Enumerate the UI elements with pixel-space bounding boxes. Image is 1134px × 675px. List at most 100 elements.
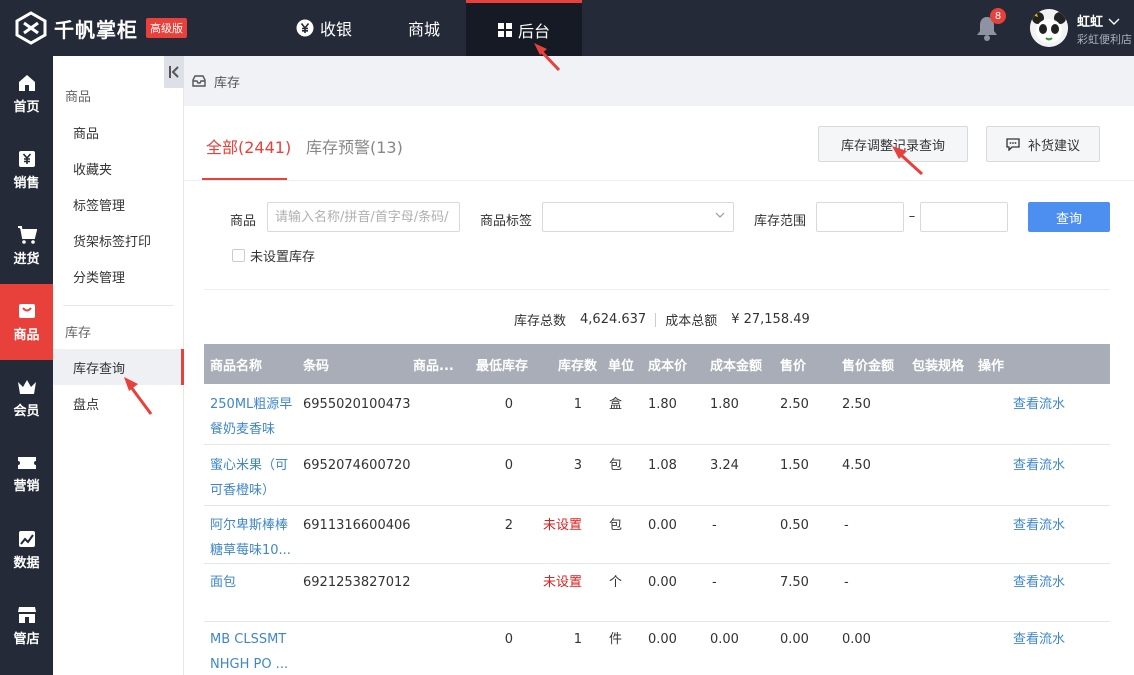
total-stock-label: 库存总数 xyxy=(514,314,567,329)
col-header-stock[interactable]: 库存数 xyxy=(558,344,597,384)
rail-item-home[interactable]: 首页 xyxy=(0,56,53,132)
submenu-item-categories[interactable]: 分类管理 xyxy=(53,258,184,294)
col-header-name[interactable]: 商品名称 xyxy=(210,344,262,384)
tab-all[interactable]: 全部(2441) xyxy=(206,134,291,158)
col-header-action[interactable]: 操作 xyxy=(978,344,1004,384)
cell-price-total: 0.00 xyxy=(842,632,871,647)
rail-item-store[interactable]: 管店 xyxy=(0,588,53,664)
table-row: 阿尔卑斯棒棒糖草莓味10... 6911316600406 2 未设置 包 0.… xyxy=(204,506,1110,564)
col-header-barcode[interactable]: 条码 xyxy=(303,344,329,384)
stock-range-max-input[interactable] xyxy=(920,202,1008,232)
cell-name[interactable]: 250ML粗源早餐奶麦香味 xyxy=(210,392,296,442)
cell-name[interactable]: 阿尔卑斯棒棒糖草莓味10... xyxy=(210,513,296,563)
table-row: 250ML粗源早餐奶麦香味 6955020100473 0 1 盒 1.80 1… xyxy=(204,384,1110,445)
cell-price-total: - xyxy=(844,575,849,590)
restock-suggestion-label: 补货建议 xyxy=(1027,138,1080,154)
cell-name[interactable]: MB CLSSMT NHGH PO ... xyxy=(210,627,302,675)
cell-name[interactable]: 蜜心米果（可可香橙味） xyxy=(210,453,296,503)
cell-cost: 0.00 xyxy=(648,632,677,647)
view-flow-link[interactable]: 查看流水 xyxy=(1013,392,1065,417)
summary-divider xyxy=(655,312,657,327)
yen-coin-icon xyxy=(296,19,314,37)
view-flow-link[interactable]: 查看流水 xyxy=(1013,570,1065,595)
view-flow-link[interactable]: 查看流水 xyxy=(1013,513,1065,538)
ticket-icon xyxy=(17,456,36,469)
cell-name[interactable]: 面包 xyxy=(210,570,296,595)
submenu-group-stock: 库存 xyxy=(65,326,92,341)
col-header-cost[interactable]: 成本价 xyxy=(648,344,687,384)
rail-item-members[interactable]: 会员 xyxy=(0,360,53,436)
home-icon xyxy=(18,74,35,91)
cell-min-stock: 0 xyxy=(504,632,513,647)
stock-range-min-input[interactable] xyxy=(816,202,904,232)
col-header-price[interactable]: 售价 xyxy=(780,344,806,384)
col-header-price-total[interactable]: 售价金额 xyxy=(842,344,894,384)
cell-cost: 1.08 xyxy=(648,458,677,473)
submenu-item-goods[interactable]: 商品 xyxy=(53,114,184,150)
range-dash: – xyxy=(908,209,916,224)
table-row: 面包 6921253827012 未设置 个 0.00 - 7.50 - 查看流… xyxy=(204,564,1110,622)
cell-price: 0.50 xyxy=(780,518,809,533)
topnav-backend[interactable]: 后台 xyxy=(466,0,582,56)
cell-min-stock: 2 xyxy=(504,518,513,533)
col-header-goods[interactable]: 商品... xyxy=(413,344,454,384)
cell-price-total: 4.50 xyxy=(842,458,871,473)
user-name-text: 虹虹 xyxy=(1077,15,1104,30)
cell-unit: 件 xyxy=(609,632,623,647)
cell-unit: 包 xyxy=(609,458,623,473)
stock-panel: 全部(2441) 库存预警(13) 库存调整记录查询 补货建议 商品 商品标签 … xyxy=(184,106,1134,675)
annotation-arrow-icon xyxy=(124,377,153,415)
submenu-divider xyxy=(63,305,174,306)
unset-stock-checkbox[interactable] xyxy=(232,249,245,262)
query-button[interactable]: 查询 xyxy=(1028,202,1110,232)
chevron-down-icon xyxy=(715,212,725,218)
collapse-left-icon xyxy=(169,66,179,78)
topnav-mall[interactable]: 商城 xyxy=(382,0,466,56)
submenu-item-stocktake[interactable]: 盘点 xyxy=(53,385,184,421)
cell-price: 7.50 xyxy=(780,575,809,590)
rail-item-sales[interactable]: 销售 xyxy=(0,132,53,208)
view-flow-link[interactable]: 查看流水 xyxy=(1013,453,1065,478)
grid-icon xyxy=(497,22,512,37)
chevron-down-icon xyxy=(1108,15,1120,30)
notification-count-badge: 8 xyxy=(990,8,1006,24)
restock-suggestion-button[interactable]: 补货建议 xyxy=(986,126,1100,162)
collapse-sidebar-button[interactable] xyxy=(164,56,184,88)
submenu-item-tags[interactable]: 标签管理 xyxy=(53,186,184,222)
panda-avatar-icon xyxy=(1030,9,1068,47)
stock-range-label: 库存范围 xyxy=(754,214,807,229)
view-flow-link[interactable]: 查看流水 xyxy=(1013,627,1065,652)
product-filter-label: 商品 xyxy=(230,214,257,229)
cell-cost: 0.00 xyxy=(648,575,677,590)
col-header-cost-total[interactable]: 成本金额 xyxy=(710,344,762,384)
cell-price: 0.00 xyxy=(780,632,809,647)
submenu-group-goods: 商品 xyxy=(65,90,92,105)
tab-stock-warning[interactable]: 库存预警(13) xyxy=(306,134,403,158)
cell-cost-total: 1.80 xyxy=(710,397,739,412)
chat-icon xyxy=(1006,137,1020,151)
crown-icon xyxy=(17,379,36,394)
product-search-input[interactable] xyxy=(267,202,460,232)
cell-min-stock: 0 xyxy=(504,458,513,473)
submenu-item-favorites[interactable]: 收藏夹 xyxy=(53,150,184,186)
store-icon xyxy=(17,606,36,623)
col-header-min-stock[interactable]: 最低库存 xyxy=(476,344,528,384)
product-tag-select[interactable] xyxy=(542,202,734,232)
col-header-unit[interactable]: 单位 xyxy=(608,344,634,384)
user-name[interactable]: 虹虹 xyxy=(1077,11,1120,30)
avatar[interactable] xyxy=(1030,9,1068,47)
cell-stock: 1 xyxy=(573,632,582,647)
rail-item-goods[interactable]: 商品 xyxy=(0,284,53,360)
shop-name: 彩虹便利店 xyxy=(1077,33,1132,46)
submenu-item-shelf-label-print[interactable]: 货架标签打印 xyxy=(53,222,184,258)
cell-unit: 包 xyxy=(609,518,623,533)
rail-item-purchase[interactable]: 进货 xyxy=(0,208,53,284)
unset-stock-label[interactable]: 未设置库存 xyxy=(250,246,315,265)
brand-logo[interactable]: 千帆掌柜 高级版 xyxy=(14,11,187,45)
submenu-item-stock-query[interactable]: 库存查询 xyxy=(53,349,184,385)
rail-item-data[interactable]: 数据 xyxy=(0,512,53,588)
rail-item-marketing[interactable]: 营销 xyxy=(0,436,53,512)
topnav-cashier[interactable]: 收银 xyxy=(266,0,382,56)
logo-mark-icon xyxy=(15,11,47,45)
col-header-package[interactable]: 包装规格 xyxy=(912,344,964,384)
